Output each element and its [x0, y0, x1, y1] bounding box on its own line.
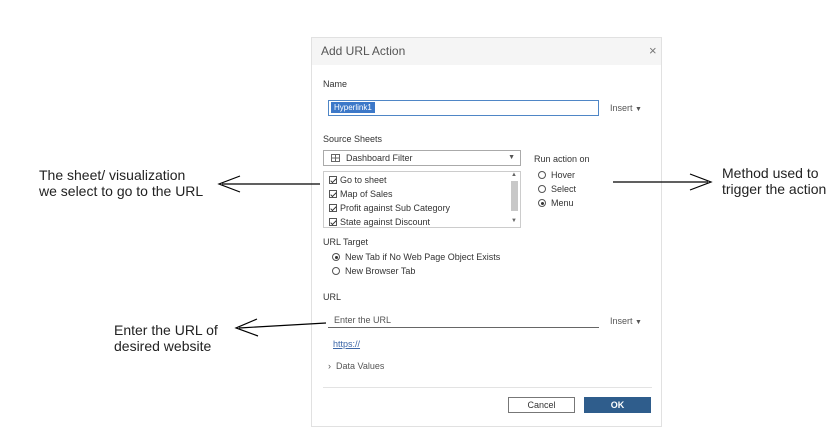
- arrow-left-icon: [217, 175, 320, 193]
- annotation-arrows: [217, 173, 713, 337]
- arrow-right-icon: [613, 173, 713, 191]
- arrow-left-icon: [234, 318, 327, 337]
